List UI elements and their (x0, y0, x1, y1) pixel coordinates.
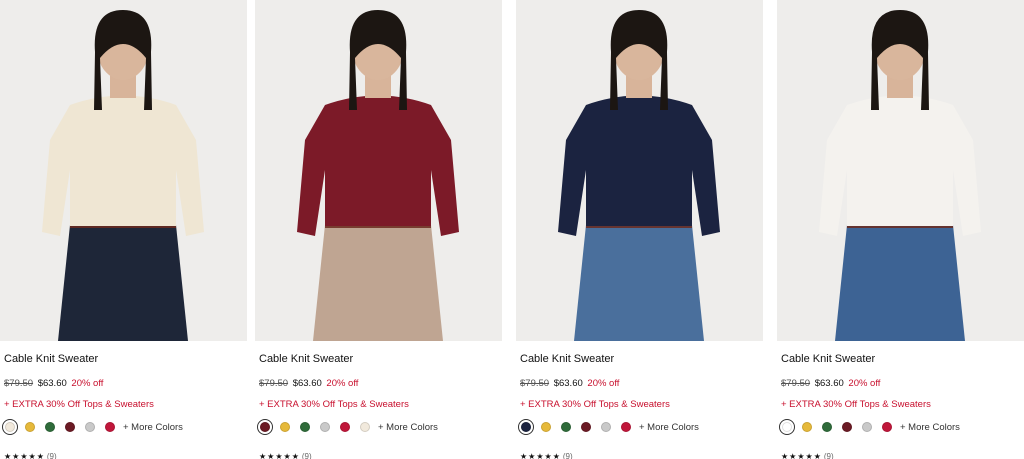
rating[interactable]: ★★★★★ (9) (781, 452, 834, 459)
discount-label: 20% off (71, 378, 104, 389)
color-swatch[interactable] (538, 419, 554, 435)
rating[interactable]: ★★★★★ (9) (520, 452, 573, 459)
color-swatch[interactable] (779, 419, 795, 435)
promo-link[interactable]: + EXTRA 30% Off Tops & Sweaters (520, 399, 670, 410)
product-photo[interactable] (777, 0, 1024, 341)
color-swatch[interactable] (317, 419, 333, 435)
color-swatch[interactable] (297, 419, 313, 435)
color-swatches: + More Colors (257, 418, 438, 436)
color-swatch[interactable] (799, 419, 815, 435)
product-image (255, 0, 502, 341)
review-count: (9) (46, 452, 57, 459)
star-rating-icon: ★★★★★ (4, 452, 45, 459)
review-count: (9) (823, 452, 834, 459)
review-count: (9) (301, 452, 312, 459)
sale-price: $63.60 (814, 378, 844, 389)
star-rating-icon: ★★★★★ (520, 452, 561, 459)
color-swatch[interactable] (102, 419, 118, 435)
review-count: (9) (562, 452, 573, 459)
promo-link[interactable]: + EXTRA 30% Off Tops & Sweaters (259, 399, 409, 410)
price-row: $79.50 $63.60 20% off (781, 378, 880, 389)
color-swatch[interactable] (82, 419, 98, 435)
product-image (777, 0, 1024, 341)
star-rating-icon: ★★★★★ (781, 452, 822, 459)
color-swatch[interactable] (337, 419, 353, 435)
more-colors-link[interactable]: + More Colors (378, 422, 438, 433)
color-swatch[interactable] (2, 419, 18, 435)
color-swatch[interactable] (839, 419, 855, 435)
color-swatch[interactable] (859, 419, 875, 435)
color-swatch[interactable] (22, 419, 38, 435)
product-card[interactable]: Cable Knit Sweater $79.50 $63.60 20% off… (0, 0, 247, 459)
sale-price: $63.60 (292, 378, 322, 389)
product-photo[interactable] (0, 0, 247, 341)
product-title[interactable]: Cable Knit Sweater (520, 353, 614, 365)
color-swatch[interactable] (518, 419, 534, 435)
color-swatches: + More Colors (518, 418, 699, 436)
sale-price: $63.60 (553, 378, 583, 389)
more-colors-link[interactable]: + More Colors (900, 422, 960, 433)
color-swatch[interactable] (598, 419, 614, 435)
promo-link[interactable]: + EXTRA 30% Off Tops & Sweaters (4, 399, 154, 410)
color-swatch[interactable] (879, 419, 895, 435)
color-swatch[interactable] (618, 419, 634, 435)
more-colors-link[interactable]: + More Colors (123, 422, 183, 433)
color-swatches: + More Colors (779, 418, 960, 436)
star-rating-icon: ★★★★★ (259, 452, 300, 459)
original-price: $79.50 (781, 378, 811, 389)
product-card[interactable]: Cable Knit Sweater $79.50 $63.60 20% off… (777, 0, 1024, 459)
color-swatch[interactable] (819, 419, 835, 435)
product-card[interactable]: Cable Knit Sweater $79.50 $63.60 20% off… (255, 0, 502, 459)
color-swatch[interactable] (62, 419, 78, 435)
color-swatch[interactable] (257, 419, 273, 435)
color-swatch[interactable] (578, 419, 594, 435)
rating[interactable]: ★★★★★ (9) (259, 452, 312, 459)
original-price: $79.50 (4, 378, 34, 389)
product-image (516, 0, 763, 341)
color-swatches: + More Colors (2, 418, 183, 436)
product-title[interactable]: Cable Knit Sweater (259, 353, 353, 365)
rating[interactable]: ★★★★★ (9) (4, 452, 57, 459)
product-image (0, 0, 247, 341)
discount-label: 20% off (326, 378, 359, 389)
product-photo[interactable] (516, 0, 763, 341)
sale-price: $63.60 (37, 378, 67, 389)
price-row: $79.50 $63.60 20% off (4, 378, 103, 389)
product-grid: Cable Knit Sweater $79.50 $63.60 20% off… (0, 0, 1024, 459)
discount-label: 20% off (587, 378, 620, 389)
product-photo[interactable] (255, 0, 502, 341)
price-row: $79.50 $63.60 20% off (520, 378, 619, 389)
color-swatch[interactable] (42, 419, 58, 435)
price-row: $79.50 $63.60 20% off (259, 378, 358, 389)
product-card[interactable]: Cable Knit Sweater $79.50 $63.60 20% off… (516, 0, 763, 459)
product-title[interactable]: Cable Knit Sweater (781, 353, 875, 365)
color-swatch[interactable] (558, 419, 574, 435)
color-swatch[interactable] (357, 419, 373, 435)
more-colors-link[interactable]: + More Colors (639, 422, 699, 433)
color-swatch[interactable] (277, 419, 293, 435)
original-price: $79.50 (520, 378, 550, 389)
original-price: $79.50 (259, 378, 289, 389)
discount-label: 20% off (848, 378, 881, 389)
product-title[interactable]: Cable Knit Sweater (4, 353, 98, 365)
promo-link[interactable]: + EXTRA 30% Off Tops & Sweaters (781, 399, 931, 410)
